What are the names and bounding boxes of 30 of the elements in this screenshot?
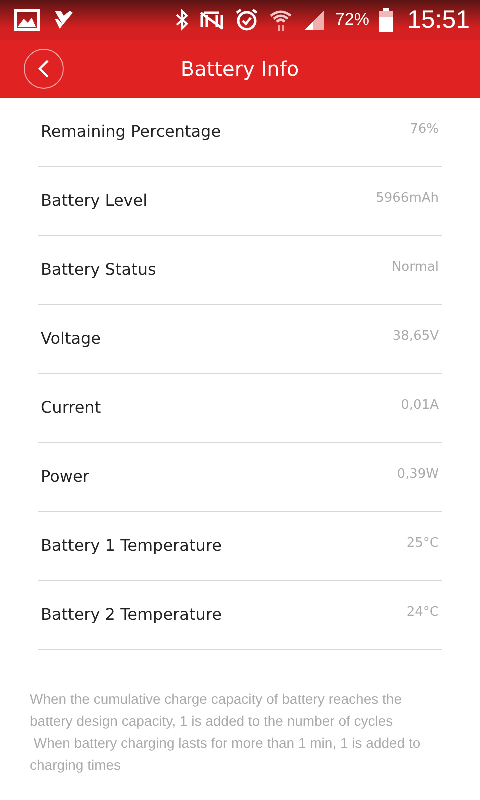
back-button[interactable] — [24, 49, 64, 89]
image-icon — [14, 9, 40, 31]
footnote: When battery charging lasts for more than 1 min, 1 is added to charging times — [30, 734, 422, 775]
check-icon — [54, 9, 74, 31]
clock: 15:51 — [407, 6, 470, 34]
row-value: 0,01A — [401, 398, 439, 413]
row-label: Battery Level — [41, 191, 148, 210]
bluetooth-icon — [175, 9, 190, 31]
signal-icon — [303, 9, 326, 31]
row-label: Battery Status — [41, 260, 156, 279]
battery-percentage: 72% — [335, 10, 370, 30]
row-value: 0,39W — [397, 467, 439, 482]
row-label: Remaining Percentage — [41, 122, 222, 141]
footnote: When the cumulative charge capacity of battery reaches the battery design capacity, 1 is added to the number of cycles — [30, 690, 403, 731]
row-label: Voltage — [41, 329, 102, 348]
page-title: Battery Info — [180, 57, 300, 81]
row-value: 5966mAh — [376, 191, 439, 206]
row-value: 24°C — [406, 605, 439, 620]
row-value: 25°C — [406, 536, 439, 551]
wifi-icon — [269, 8, 294, 32]
row-value: 76% — [410, 122, 439, 137]
row-label: Battery 2 Temperature — [41, 605, 222, 624]
battery-icon — [379, 8, 394, 32]
mute-icon — [199, 9, 226, 31]
row-label: Power — [41, 467, 90, 486]
row-label: Battery 1 Temperature — [41, 536, 222, 555]
row-label: Current — [41, 398, 102, 417]
row-value: Normal — [392, 260, 439, 275]
row-value: 38,65V — [392, 329, 439, 344]
alarm-icon — [235, 8, 260, 32]
